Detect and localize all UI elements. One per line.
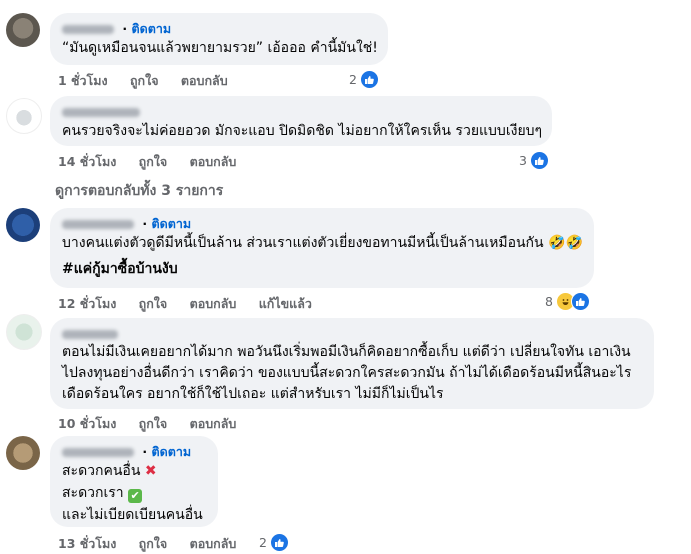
- comment-author-row: · ติดตาม: [62, 444, 206, 460]
- reaction-count: 2: [349, 72, 357, 87]
- like-icon: [359, 70, 379, 89]
- reply-button[interactable]: ตอบกลับ: [190, 154, 237, 169]
- like-button[interactable]: ถูกใจ: [139, 416, 168, 431]
- like-button[interactable]: ถูกใจ: [139, 296, 168, 311]
- comment-text-line: เดือดร้อนใคร อยากใช้ก็ใช้ไปเถอะ แต่สำหรั…: [62, 386, 444, 402]
- comment-text-line: ไปลงทุนอย่างอื่นดีกว่า เราคิดว่า ของแบบน…: [62, 365, 632, 381]
- check-mark-icon: ✔: [128, 489, 143, 503]
- blurred-author-name[interactable]: [62, 25, 114, 34]
- comment-text: คนรวยจริงจะไม่ค่อยอวด มักจะแอบ ปิดมิดชิด…: [62, 123, 543, 139]
- avatar[interactable]: [6, 13, 40, 47]
- comment-text: “มันดูเหมือนจนแล้วพยายามรวย” เอ้อออ คำนี…: [62, 40, 378, 56]
- avatar[interactable]: [6, 98, 42, 134]
- like-button[interactable]: ถูกใจ: [130, 73, 159, 88]
- reaction-summary[interactable]: 2: [349, 70, 379, 89]
- reaction-summary[interactable]: 3: [519, 151, 549, 170]
- timestamp[interactable]: 10 ชั่วโมง: [58, 416, 116, 431]
- comment-author-row: [62, 104, 540, 120]
- like-icon: [269, 533, 289, 552]
- hashtag-link[interactable]: #แค่กู้มาซื้อบ้านงับ: [62, 258, 582, 280]
- comment-bubble: · ติดตาม “มันดูเหมือนจนแล้วพยายามรวย” เอ…: [50, 13, 388, 65]
- comment-bubble: · ติดตาม สะดวกคนอื่น ✖ สะดวกเรา ✔ และไม่…: [50, 436, 218, 527]
- comment-actions: 13 ชั่วโมง ถูกใจ ตอบกลับ: [58, 534, 254, 554]
- comment-author-row: · ติดตาม: [62, 21, 376, 37]
- comment-text-line: สะดวกคนอื่น ✖: [62, 463, 157, 479]
- avatar[interactable]: [6, 436, 40, 470]
- reaction-summary[interactable]: 8: [545, 292, 590, 311]
- edited-label[interactable]: แก้ไขแล้ว: [259, 296, 312, 311]
- reply-button[interactable]: ตอบกลับ: [190, 416, 237, 431]
- blurred-author-name[interactable]: [62, 448, 134, 457]
- reaction-count: 8: [545, 294, 553, 309]
- cross-mark-icon: ✖: [144, 463, 157, 479]
- timestamp[interactable]: 12 ชั่วโมง: [58, 296, 116, 311]
- comment-actions: 12 ชั่วโมง ถูกใจ ตอบกลับ แก้ไขแล้ว: [58, 294, 330, 314]
- like-button[interactable]: ถูกใจ: [139, 154, 168, 169]
- view-replies-link[interactable]: ดูการตอบกลับทั้ง 3 รายการ: [55, 180, 223, 202]
- comment-text-line: สะดวกเรา ✔: [62, 482, 206, 504]
- follow-button[interactable]: ติดตาม: [151, 216, 191, 231]
- comment-actions: 10 ชั่วโมง ถูกใจ ตอบกลับ: [58, 414, 254, 434]
- comment-bubble: ตอนไม่มีเงินเคยอยากได้มาก พอวันนึงเริ่มพ…: [50, 318, 654, 409]
- comment-bubble: คนรวยจริงจะไม่ค่อยอวด มักจะแอบ ปิดมิดชิด…: [50, 96, 552, 146]
- reaction-count: 3: [519, 153, 527, 168]
- comment-bubble: · ติดตาม บางคนแต่งตัวดูดีมีหนี้เป็นล้าน …: [50, 208, 594, 288]
- timestamp[interactable]: 13 ชั่วโมง: [58, 536, 116, 551]
- reply-button[interactable]: ตอบกลับ: [190, 296, 237, 311]
- like-button[interactable]: ถูกใจ: [139, 536, 168, 551]
- like-icon: [529, 151, 549, 170]
- comment-author-row: [62, 326, 642, 342]
- comment-text-line: ตอนไม่มีเงินเคยอยากได้มาก พอวันนึงเริ่มพ…: [62, 344, 631, 360]
- reaction-count: 2: [259, 535, 267, 550]
- comment-text: บางคนแต่งตัวดูดีมีหนี้เป็นล้าน ส่วนเราแต…: [62, 235, 583, 251]
- comment-author-row: · ติดตาม: [62, 216, 582, 232]
- follow-button[interactable]: ติดตาม: [151, 444, 191, 459]
- reply-button[interactable]: ตอบกลับ: [190, 536, 237, 551]
- reply-button[interactable]: ตอบกลับ: [181, 73, 228, 88]
- blurred-author-name[interactable]: [62, 220, 134, 229]
- timestamp[interactable]: 14 ชั่วโมง: [58, 154, 116, 169]
- comment-text-line: และไม่เบียดเบียนคนอื่น: [62, 507, 203, 523]
- blurred-author-name[interactable]: [62, 330, 118, 339]
- like-icon: [570, 292, 590, 311]
- comment-actions: 1 ชั่วโมง ถูกใจ ตอบกลับ: [58, 71, 246, 91]
- comment-actions: 14 ชั่วโมง ถูกใจ ตอบกลับ: [58, 152, 254, 172]
- reaction-summary[interactable]: 2: [259, 533, 289, 552]
- avatar[interactable]: [6, 314, 42, 350]
- blurred-author-name[interactable]: [62, 108, 140, 117]
- follow-button[interactable]: ติดตาม: [131, 21, 171, 36]
- timestamp[interactable]: 1 ชั่วโมง: [58, 73, 108, 88]
- avatar[interactable]: [6, 208, 40, 242]
